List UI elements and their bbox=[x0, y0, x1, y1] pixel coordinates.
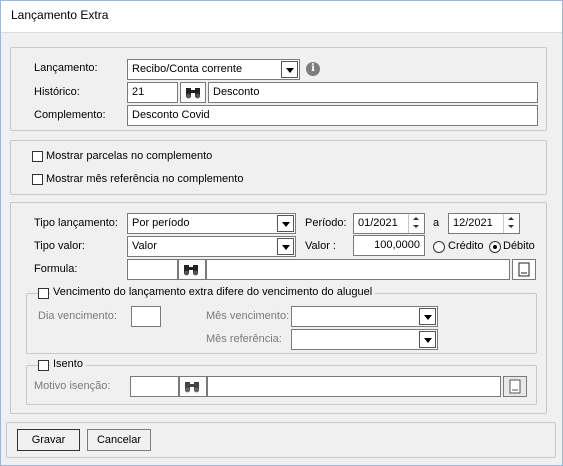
periodo-start-spinner[interactable] bbox=[408, 214, 424, 233]
binoculars-icon bbox=[184, 265, 198, 276]
formula-search-button[interactable] bbox=[178, 259, 206, 280]
credito-radio[interactable] bbox=[433, 241, 445, 253]
periodo-start-value: 01/2021 bbox=[358, 217, 398, 229]
cancelar-button[interactable]: Cancelar bbox=[87, 429, 151, 451]
credito-label[interactable]: Crédito bbox=[448, 240, 483, 252]
historico-search-button[interactable] bbox=[180, 82, 206, 103]
historico-label: Histórico: bbox=[34, 86, 80, 98]
valor-label: Valor : bbox=[305, 240, 336, 252]
notepad-icon bbox=[509, 379, 521, 394]
mes-vencimento-label: Mês vencimento: bbox=[206, 310, 290, 322]
window-title: Lançamento Extra bbox=[1, 1, 562, 33]
spin-down-icon[interactable] bbox=[504, 223, 519, 232]
mes-referencia-select[interactable] bbox=[291, 329, 438, 350]
mostrar-mes-ref-label[interactable]: Mostrar mês referência no complemento bbox=[46, 173, 243, 185]
periodo-end-spinner[interactable] bbox=[503, 214, 519, 233]
vencimento-checkbox[interactable] bbox=[38, 288, 49, 299]
motivo-edit-button[interactable] bbox=[503, 376, 527, 397]
chevron-down-icon[interactable] bbox=[277, 238, 294, 255]
complemento-label: Complemento: bbox=[34, 109, 106, 121]
dia-vencimento-label: Dia vencimento: bbox=[38, 310, 117, 322]
lancamento-extra-window: Lançamento Extra Lançamento: Recibo/Cont… bbox=[0, 0, 563, 466]
mostrar-parcelas-checkbox[interactable] bbox=[32, 151, 43, 162]
chevron-down-icon[interactable] bbox=[281, 61, 298, 78]
motivo-isencao-label: Motivo isenção: bbox=[34, 380, 111, 392]
tipo-valor-select[interactable]: Valor bbox=[127, 236, 296, 257]
isento-checkbox[interactable] bbox=[38, 360, 49, 371]
tipo-lancamento-select[interactable]: Por período bbox=[127, 213, 296, 234]
mes-referencia-label: Mês referência: bbox=[206, 333, 282, 345]
tipo-valor-label: Tipo valor: bbox=[34, 240, 85, 252]
motivo-text-field[interactable] bbox=[207, 376, 501, 397]
info-icon[interactable]: i bbox=[306, 62, 320, 76]
formula-edit-button[interactable] bbox=[512, 259, 536, 280]
mostrar-parcelas-label[interactable]: Mostrar parcelas no complemento bbox=[46, 150, 212, 162]
mes-vencimento-select[interactable] bbox=[291, 306, 438, 327]
formula-label: Formula: bbox=[34, 263, 78, 275]
debito-label[interactable]: Débito bbox=[503, 240, 535, 252]
dia-vencimento-field[interactable] bbox=[131, 306, 161, 327]
periodo-label: Período: bbox=[305, 217, 347, 229]
periodo-separator: a bbox=[433, 217, 440, 229]
motivo-search-button[interactable] bbox=[179, 376, 207, 397]
periodo-end-field[interactable]: 12/2021 bbox=[448, 213, 520, 234]
formula-code-field[interactable] bbox=[127, 259, 178, 280]
notepad-icon bbox=[518, 262, 530, 277]
historico-description-field[interactable]: Desconto bbox=[208, 82, 538, 103]
binoculars-icon bbox=[185, 382, 199, 393]
historico-code-field[interactable]: 21 bbox=[127, 82, 178, 103]
spin-up-icon[interactable] bbox=[504, 214, 519, 223]
binoculars-icon bbox=[186, 88, 200, 99]
mostrar-mes-ref-checkbox[interactable] bbox=[32, 174, 43, 185]
formula-text-field[interactable] bbox=[206, 259, 510, 280]
chevron-down-icon[interactable] bbox=[277, 215, 294, 232]
spin-up-icon[interactable] bbox=[409, 214, 424, 223]
tipo-valor-value: Valor bbox=[132, 240, 157, 252]
chevron-down-icon[interactable] bbox=[419, 331, 436, 348]
valor-field[interactable]: 100,0000 bbox=[353, 235, 425, 256]
gravar-button[interactable]: Gravar bbox=[17, 429, 80, 451]
lancamento-select-value: Recibo/Conta corrente bbox=[132, 63, 243, 75]
lancamento-label: Lançamento: bbox=[34, 62, 98, 74]
tipo-lancamento-label: Tipo lançamento: bbox=[34, 217, 118, 229]
vencimento-legend[interactable]: Vencimento do lançamento extra difere do… bbox=[50, 286, 376, 298]
isento-legend[interactable]: Isento bbox=[50, 358, 86, 370]
options-group bbox=[10, 140, 547, 195]
motivo-code-field[interactable] bbox=[130, 376, 179, 397]
periodo-start-field[interactable]: 01/2021 bbox=[353, 213, 425, 234]
periodo-end-value: 12/2021 bbox=[453, 217, 493, 229]
spin-down-icon[interactable] bbox=[409, 223, 424, 232]
debito-radio[interactable] bbox=[489, 241, 501, 253]
tipo-lancamento-value: Por período bbox=[132, 217, 190, 229]
chevron-down-icon[interactable] bbox=[419, 308, 436, 325]
lancamento-select[interactable]: Recibo/Conta corrente bbox=[127, 59, 300, 80]
complemento-field[interactable]: Desconto Covid bbox=[127, 105, 538, 126]
